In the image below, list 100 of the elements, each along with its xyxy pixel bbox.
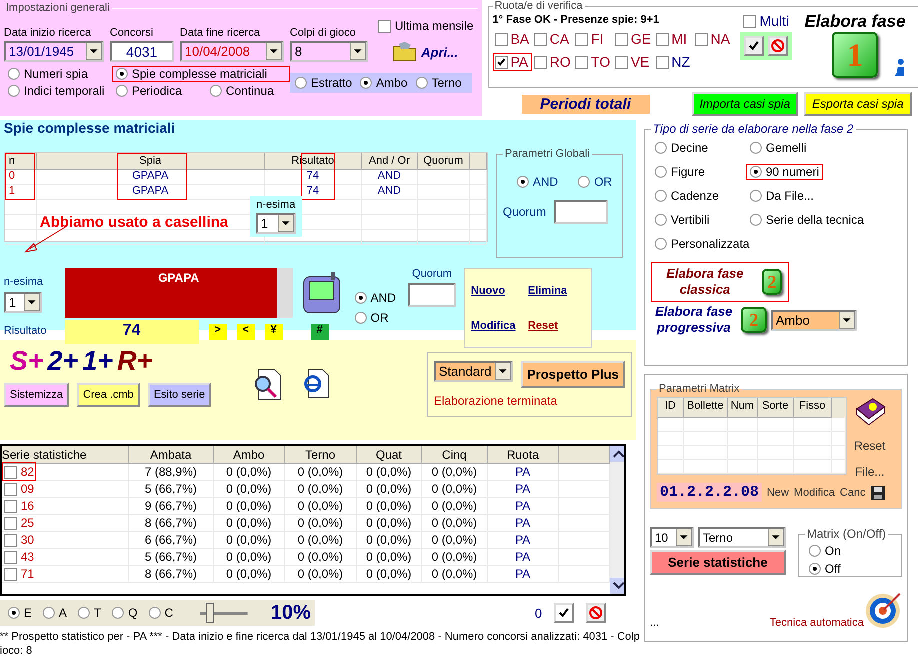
export-button[interactable]: Esporta casi spia	[804, 92, 912, 116]
radio-button[interactable]	[354, 292, 367, 304]
radio-label[interactable]: C	[164, 606, 174, 620]
radio-label[interactable]: Off	[825, 562, 841, 576]
radio-label[interactable]: Spie complesse matriciali	[132, 67, 268, 81]
checkbox[interactable]	[4, 482, 17, 496]
input-field[interactable]	[408, 283, 456, 307]
wheel-label[interactable]: RO	[550, 54, 571, 70]
radio-button[interactable]	[809, 545, 821, 557]
checkbox-label[interactable]: Multi	[760, 13, 790, 29]
radio-label[interactable]: Gemelli	[766, 141, 807, 155]
import-button[interactable]: Importa casi spia	[692, 92, 798, 116]
confirm-button[interactable]	[744, 36, 764, 56]
radio-label[interactable]: Indici temporali	[24, 84, 105, 98]
radio-button[interactable]	[210, 85, 222, 97]
radio-button[interactable]	[416, 76, 428, 88]
wheel-label[interactable]: GE	[630, 31, 652, 47]
checkbox[interactable]	[4, 568, 17, 580]
radio-button[interactable]	[112, 607, 124, 619]
checkbox[interactable]	[4, 550, 17, 564]
matrix-link[interactable]: Reset	[854, 439, 886, 453]
cancel-button[interactable]	[768, 36, 788, 56]
radio-label[interactable]: Ambo	[376, 76, 408, 90]
dropdown[interactable]: Standard	[434, 361, 514, 382]
checkbox[interactable]	[4, 534, 17, 546]
radio-label[interactable]: Terno	[432, 76, 462, 90]
dropdown[interactable]: 8	[290, 41, 368, 62]
radio-label[interactable]: Cadenze	[671, 189, 720, 203]
dropdown[interactable]: Terno	[698, 527, 786, 548]
radio-label[interactable]: AND	[370, 291, 396, 305]
radio-label[interactable]: OR	[594, 175, 612, 189]
radio-button[interactable]	[43, 607, 56, 619]
wheel-label[interactable]: FI	[591, 31, 604, 47]
radio-label[interactable]: On	[825, 544, 842, 558]
radio-button[interactable]	[655, 166, 667, 178]
radio-label[interactable]: Vertibili	[671, 213, 710, 227]
nav-button[interactable]: ¥	[264, 324, 283, 340]
nav-button[interactable]: >	[208, 324, 227, 340]
radio-button[interactable]	[655, 238, 667, 250]
wheel-label[interactable]: TO	[591, 54, 610, 70]
radio-button[interactable]	[116, 85, 128, 97]
cancel-button[interactable]	[586, 603, 606, 623]
radio-label[interactable]: E	[24, 606, 32, 620]
radio-button[interactable]	[517, 176, 529, 188]
radio-label[interactable]: Q	[128, 606, 138, 620]
action-button[interactable]: Sistemizza	[4, 383, 70, 407]
checkbox[interactable]	[4, 516, 17, 530]
radio-label[interactable]: A	[59, 606, 68, 620]
dropdown[interactable]: 1	[256, 213, 296, 234]
radio-button[interactable]	[116, 68, 128, 80]
nav-button[interactable]: <	[236, 324, 255, 340]
radio-button[interactable]	[354, 312, 367, 324]
radio-button[interactable]	[655, 214, 667, 226]
matrix-link[interactable]: Canc	[840, 486, 866, 498]
scrollbar[interactable]	[610, 446, 624, 594]
report-button[interactable]: Prospetto Plus	[521, 361, 625, 388]
radio-label[interactable]: T	[94, 606, 102, 620]
checkbox[interactable]	[4, 500, 17, 512]
radio-label[interactable]: Estratto	[311, 76, 352, 90]
scroll-down-icon[interactable]	[610, 578, 624, 594]
dropdown[interactable]: 10	[650, 527, 694, 548]
checkbox[interactable]	[614, 32, 628, 46]
radio-label[interactable]: Continua	[226, 84, 274, 98]
action-link[interactable]: Elimina	[528, 284, 586, 296]
matrix-link[interactable]: File...	[855, 465, 885, 479]
radio-label[interactable]: 90 numeri	[766, 165, 820, 179]
wheel-label[interactable]: BA	[510, 31, 530, 47]
dropdown[interactable]: 10/04/2008	[180, 41, 284, 62]
radio-button[interactable]	[809, 563, 821, 575]
matrix-link[interactable]: New	[767, 486, 790, 498]
action-button[interactable]: Esito serie	[148, 383, 212, 407]
dropdown[interactable]: 13/01/1945	[4, 41, 104, 62]
input-field[interactable]: 4031	[110, 41, 174, 62]
radio-button[interactable]	[578, 176, 590, 188]
checkbox[interactable]	[694, 32, 708, 46]
checkbox-label[interactable]: Ultima mensile	[395, 19, 474, 33]
matrix-link[interactable]: Modifica	[794, 486, 836, 498]
auto-link[interactable]: Tecnica automatica	[770, 617, 864, 629]
radio-label[interactable]: Da File...	[766, 189, 814, 203]
wheel-label[interactable]: NZ	[672, 54, 690, 70]
scroll-up-icon[interactable]	[610, 446, 624, 462]
radio-button[interactable]	[8, 607, 20, 619]
radio-button[interactable]	[750, 190, 762, 202]
checkbox[interactable]	[575, 32, 588, 46]
wheel-label[interactable]: MI	[672, 31, 688, 47]
dropdown[interactable]: 1	[4, 292, 42, 313]
radio-button[interactable]	[655, 190, 667, 202]
checkbox[interactable]	[742, 14, 756, 28]
spy-text-area[interactable]: GPAPA	[64, 268, 293, 318]
open-link[interactable]: Apri...	[421, 44, 458, 60]
radio-label[interactable]: Serie della tecnica	[766, 213, 864, 227]
checkbox[interactable]	[494, 56, 508, 68]
action-link[interactable]: Modifica	[471, 320, 528, 332]
checkbox[interactable]	[575, 56, 588, 68]
checkbox[interactable]	[614, 56, 628, 68]
dropdown[interactable]: Ambo	[771, 310, 857, 330]
checkbox[interactable]	[534, 56, 547, 68]
radio-button[interactable]	[750, 166, 762, 178]
radio-label[interactable]: Personalizzata	[671, 237, 750, 251]
radio-button[interactable]	[750, 214, 762, 226]
